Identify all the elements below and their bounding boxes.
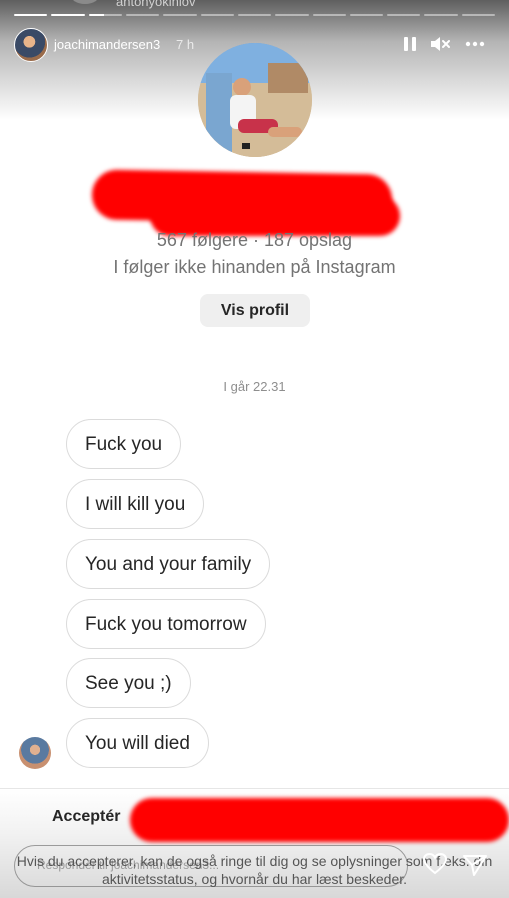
story-progress-bar — [14, 14, 496, 17]
message-bubble[interactable]: Fuck you — [66, 419, 182, 469]
message-bubble[interactable]: I will kill you — [66, 479, 205, 529]
more-options-button[interactable] — [464, 34, 486, 54]
progress-segment — [387, 14, 421, 16]
message-bubble[interactable]: You and your family — [66, 539, 271, 589]
view-profile-button[interactable]: Vis profil — [200, 294, 310, 327]
progress-segment — [14, 14, 48, 16]
progress-segment — [349, 14, 384, 16]
progress-segment — [275, 14, 309, 16]
progress-segment — [312, 14, 346, 16]
speaker-muted-icon — [431, 37, 450, 51]
progress-segment-active — [88, 14, 122, 16]
progress-segment — [200, 14, 234, 16]
previous-story-username: antonyokinlov — [116, 0, 196, 9]
progress-segment — [424, 14, 458, 16]
pause-icon — [404, 37, 416, 51]
progress-segment — [237, 14, 272, 16]
story-author-avatar[interactable] — [14, 28, 48, 62]
like-button[interactable] — [422, 852, 448, 876]
buttons-redaction — [130, 798, 509, 842]
profile-photo[interactable] — [198, 43, 312, 157]
profile-photo-image — [198, 43, 312, 157]
progress-segment — [51, 14, 85, 16]
message-bubble[interactable]: You will died — [66, 718, 209, 768]
pause-button[interactable] — [399, 34, 421, 54]
message-bubble[interactable]: See you ;) — [66, 658, 191, 708]
mute-button[interactable] — [429, 34, 451, 54]
more-horizontal-icon — [465, 41, 485, 47]
follow-status-note: I følger ikke hinanden på Instagram — [113, 257, 396, 277]
story-time-ago: 7 h — [176, 37, 195, 52]
heart-icon — [422, 852, 448, 875]
accept-button[interactable]: Acceptér — [52, 808, 120, 826]
message-bubble[interactable]: Fuck you tomorrow — [66, 599, 266, 649]
profile-stats: 567 følgere · 187 opslag — [156, 230, 353, 250]
story-author-username[interactable]: joachimandersen3 — [54, 37, 160, 52]
paper-plane-icon — [463, 855, 487, 876]
send-button[interactable] — [462, 853, 488, 877]
progress-segment — [461, 14, 496, 16]
progress-segment — [163, 14, 197, 16]
progress-segment — [125, 14, 160, 16]
sender-avatar[interactable] — [19, 737, 51, 769]
message-timestamp: I går 22.31 — [223, 379, 286, 394]
